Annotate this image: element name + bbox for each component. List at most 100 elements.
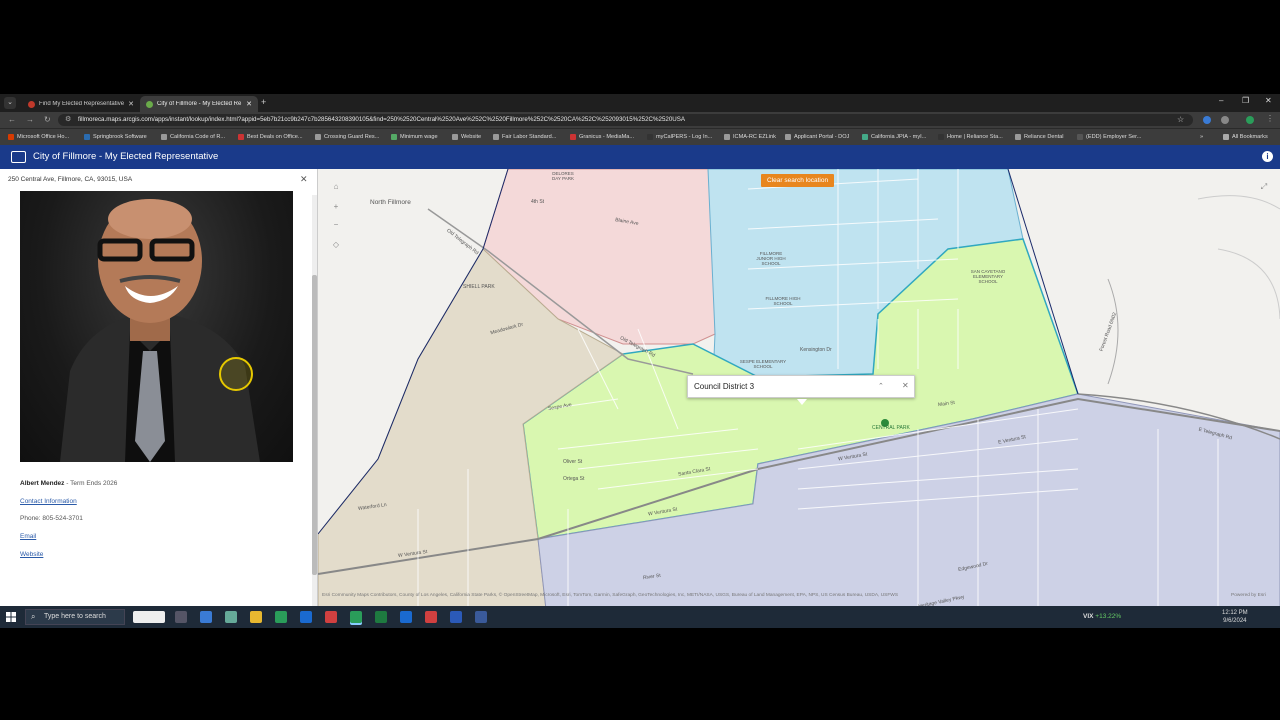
browser-window: ⌄ Find My Elected Representatives ✕ City… — [0, 94, 1280, 627]
word-icon[interactable] — [450, 611, 462, 623]
bookmark-icon — [84, 134, 90, 140]
map-label: 4th St — [531, 199, 545, 205]
bookmark-icon — [862, 134, 868, 140]
bookmark-item[interactable]: Microsoft Office Ho... — [8, 134, 69, 140]
bookmark-item[interactable]: (EDD) Employer Ser... — [1077, 134, 1141, 140]
favicon-icon — [28, 100, 35, 108]
bookmark-item[interactable]: Home | Reliance Sta... — [938, 134, 1003, 140]
district-popup[interactable]: Council District 3 ⌃ ✕ — [687, 375, 915, 405]
panel-scrollbar[interactable] — [312, 195, 317, 615]
app-title: City of Fillmore - My Elected Representa… — [33, 151, 219, 162]
close-window-button[interactable]: ✕ — [1265, 96, 1272, 105]
bookmark-item[interactable]: Crossing Guard Res... — [315, 134, 379, 140]
bookmark-item[interactable]: Fair Labor Standard... — [493, 134, 556, 140]
bookmark-item[interactable]: ICMA-RC EZLink — [724, 134, 776, 140]
map-label: FILLMORE HIGH SCHOOL — [765, 296, 801, 306]
expand-icon[interactable]: ⤢ — [1258, 181, 1270, 193]
ballot-box-icon — [11, 151, 26, 163]
bookmark-item[interactable]: myCalPERS - Log In... — [647, 134, 712, 140]
cortana-widget[interactable] — [133, 611, 165, 623]
bookmark-item[interactable]: Reliance Dental — [1015, 134, 1064, 140]
representative-name: Albert Mendez — [20, 480, 65, 487]
tab-find-representatives[interactable]: Find My Elected Representatives ✕ — [22, 96, 140, 112]
bookmark-item[interactable]: Best Deals on Office... — [238, 134, 303, 140]
bookmark-item[interactable]: Granicus - MediaMa... — [570, 134, 634, 140]
clear-search-location-button[interactable]: Clear search location — [761, 174, 835, 187]
close-icon[interactable]: ✕ — [902, 381, 909, 390]
maximize-button[interactable]: ❐ — [1242, 96, 1249, 105]
back-icon[interactable]: ← — [8, 115, 16, 124]
info-icon[interactable]: i — [1262, 151, 1273, 162]
url-field[interactable]: ⚙ fillmoreca.maps.arcgis.com/apps/instan… — [58, 114, 1193, 126]
email-link[interactable]: Email — [20, 533, 36, 540]
menu-kebab-icon[interactable]: ⋮ — [1266, 114, 1274, 123]
bookmark-item[interactable]: California Code of R... — [161, 134, 225, 140]
locate-icon[interactable]: ◇ — [330, 239, 342, 251]
edge-icon[interactable] — [200, 611, 212, 623]
popup-title: Council District 3 — [694, 382, 755, 391]
minimize-button[interactable]: – — [1219, 96, 1223, 105]
media-icon[interactable] — [325, 611, 337, 623]
home-icon[interactable]: ⌂ — [330, 181, 342, 193]
outlook-icon[interactable] — [300, 611, 312, 623]
bookmark-item[interactable]: California JPIA - myI... — [862, 134, 926, 140]
close-tab-icon[interactable]: ✕ — [246, 100, 252, 108]
contact-information-link[interactable]: Contact Information — [20, 498, 77, 505]
taskbar-search-input[interactable]: ⌕ Type here to search — [25, 609, 125, 625]
url-text: fillmoreca.maps.arcgis.com/apps/instant/… — [78, 116, 686, 123]
reload-icon[interactable]: ↻ — [44, 115, 51, 124]
chrome-active-icon[interactable] — [350, 611, 362, 623]
portrait-illustration — [60, 199, 260, 462]
term-ends: - Term Ends 2026 — [64, 480, 118, 487]
excel-icon[interactable] — [375, 611, 387, 623]
extensions-puzzle-icon[interactable] — [1221, 116, 1229, 124]
app-header: City of Fillmore - My Elected Representa… — [0, 145, 1280, 169]
new-tab-button[interactable]: + — [261, 97, 266, 107]
profile-avatar[interactable] — [1246, 116, 1254, 124]
map-view[interactable]: Clear search location ⌂ + − ◇ ⤢ North Fi… — [318, 169, 1280, 627]
scrollbar-thumb[interactable] — [312, 275, 317, 575]
teams-icon[interactable] — [400, 611, 412, 623]
forward-icon[interactable]: → — [26, 115, 34, 124]
map-label: CENTRAL PARK — [872, 425, 910, 431]
task-view-icon[interactable] — [175, 611, 187, 623]
file-explorer-icon[interactable] — [250, 611, 262, 623]
stock-ticker[interactable]: VIX +13.22% — [1083, 613, 1121, 620]
all-bookmarks[interactable]: All Bookmarks — [1223, 134, 1268, 140]
app-icon[interactable] — [225, 611, 237, 623]
bookmark-star-icon[interactable]: ☆ — [1177, 115, 1184, 124]
windows-start-icon[interactable] — [6, 612, 16, 622]
results-panel: 250 Central Ave, Fillmore, CA, 93015, US… — [0, 169, 318, 627]
bookmark-item[interactable]: Applicant Portal - DOJ — [785, 134, 849, 140]
bookmark-icon — [493, 134, 499, 140]
website-link[interactable]: Website — [20, 551, 43, 558]
chrome-icon[interactable] — [275, 611, 287, 623]
close-tab-icon[interactable]: ✕ — [128, 100, 134, 108]
bookmarks-overflow-icon[interactable]: » — [1200, 134, 1203, 140]
tab-city-of-fillmore[interactable]: City of Fillmore - My Elected Re ✕ — [140, 96, 258, 112]
bookmark-item[interactable]: Minimum wage — [391, 134, 438, 140]
extension-icon[interactable] — [1203, 116, 1211, 124]
bookmark-icon — [238, 134, 244, 140]
map-label: Ortega St — [563, 476, 585, 482]
collapse-icon[interactable]: ⌃ — [878, 382, 884, 390]
site-info-icon[interactable]: ⚙ — [65, 114, 71, 126]
tab-title: City of Fillmore - My Elected Re — [157, 101, 242, 107]
bookmark-icon — [8, 134, 14, 140]
representative-name-line: Albert Mendez - Term Ends 2026 — [20, 480, 117, 487]
bookmark-item[interactable]: Springbrook Software — [84, 134, 147, 140]
zoom-out-button[interactable]: − — [330, 219, 342, 231]
bookmark-item[interactable]: Website — [452, 134, 481, 140]
zoom-in-button[interactable]: + — [330, 201, 342, 213]
tab-search-icon[interactable]: ⌄ — [4, 97, 16, 109]
system-clock[interactable]: 12:12 PM 9/6/2024 — [1222, 609, 1248, 625]
bookmark-icon — [391, 134, 397, 140]
close-panel-icon[interactable]: ✕ — [300, 174, 308, 185]
powered-by-esri[interactable]: Powered by Esri — [1231, 593, 1266, 598]
app-icon[interactable] — [425, 611, 437, 623]
bookmark-icon — [1015, 134, 1021, 140]
app-icon[interactable] — [475, 611, 487, 623]
search-icon: ⌕ — [31, 612, 36, 621]
favicon-icon — [146, 100, 153, 108]
tab-strip: ⌄ Find My Elected Representatives ✕ City… — [0, 94, 1280, 112]
